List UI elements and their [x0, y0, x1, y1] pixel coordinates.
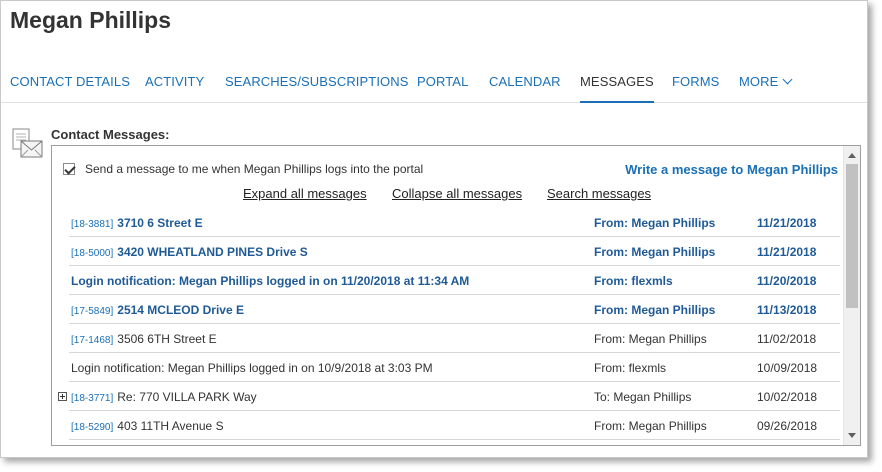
message-subject: 3710 6 Street E: [117, 216, 203, 230]
messages-scrollbar[interactable]: [843, 146, 860, 445]
message-date: 11/13/2018: [757, 303, 817, 317]
chevron-down-icon: [782, 74, 793, 85]
message-row[interactable]: [18-3771] Re: 770 VILLA PARK Way To: Mega…: [58, 382, 840, 411]
message-sender: From: flexmls: [594, 274, 673, 288]
scroll-up-arrow-icon[interactable]: [848, 153, 856, 158]
message-sender: From: Megan Phillips: [594, 216, 716, 230]
section-label: Contact Messages:: [51, 127, 170, 142]
message-row[interactable]: Login notification: Megan Phillips logge…: [69, 353, 840, 382]
message-subject: Re: 770 VILLA PARK Way: [117, 390, 257, 404]
message-date: 11/02/2018: [757, 332, 817, 346]
message-subject: 403 11TH Avenue S: [117, 419, 224, 433]
message-date: 11/21/2018: [757, 216, 817, 230]
expand-all-link[interactable]: Expand all messages: [243, 186, 367, 201]
portal-login-notify-label: Send a message to me when Megan Phillips…: [85, 162, 424, 176]
mls-number[interactable]: [18-5290]: [71, 422, 113, 433]
message-sender: From: flexmls: [594, 361, 666, 375]
tab-messages[interactable]: MESSAGES: [580, 74, 654, 103]
tab-forms[interactable]: FORMS: [672, 74, 719, 103]
message-list: [18-3881] 3710 6 Street E From: Megan Phi…: [58, 208, 840, 440]
mls-number[interactable]: [17-1468]: [71, 335, 113, 346]
portal-login-notify-row: Send a message to me when Megan Phillips…: [63, 162, 423, 176]
message-row[interactable]: [17-5849] 2514 MCLEOD Drive E From: Megan…: [69, 295, 840, 324]
page-title: Megan Phillips: [10, 7, 172, 33]
tab-searches-subscriptions[interactable]: SEARCHES/SUBSCRIPTIONS: [225, 74, 409, 103]
messages-panel: Send a message to me when Megan Phillips…: [51, 145, 861, 446]
contact-window: Megan Phillips CONTACT DETAILS ACTIVITY …: [0, 0, 868, 458]
mls-number[interactable]: [18-3771]: [71, 393, 113, 404]
message-date: 09/26/2018: [757, 419, 818, 433]
message-row[interactable]: [18-5290] 403 11TH Avenue S From: Megan P…: [69, 411, 840, 440]
message-sender: From: Megan Phillips: [594, 419, 707, 433]
message-row[interactable]: Login notification: Megan Phillips logge…: [69, 266, 840, 295]
message-row[interactable]: [18-5000] 3420 WHEATLAND PINES Drive S Fr…: [69, 237, 840, 266]
message-subject: Login notification: Megan Phillips logge…: [71, 361, 433, 375]
message-sender: From: Megan Phillips: [594, 245, 716, 259]
mls-number[interactable]: [18-5000]: [71, 248, 113, 259]
message-row[interactable]: [17-1468] 3506 6TH Street E From: Megan P…: [69, 324, 840, 353]
expand-thread-icon[interactable]: [58, 392, 67, 401]
tab-bar: CONTACT DETAILS ACTIVITY SEARCHES/SUBSCR…: [1, 63, 867, 103]
scroll-thumb[interactable]: [846, 164, 858, 308]
message-sender: From: Megan Phillips: [594, 332, 707, 346]
mls-number[interactable]: [18-3881]: [71, 219, 113, 230]
message-subject: Login notification: Megan Phillips logge…: [71, 274, 470, 288]
message-date: 10/09/2018: [757, 361, 818, 375]
tab-portal[interactable]: PORTAL: [417, 74, 468, 103]
message-date: 11/21/2018: [757, 245, 817, 259]
message-subject: 3506 6TH Street E: [117, 332, 217, 346]
tab-calendar[interactable]: CALENDAR: [489, 74, 561, 103]
tab-activity[interactable]: ACTIVITY: [145, 74, 204, 103]
message-recipient: To: Megan Phillips: [594, 390, 692, 404]
write-message-link[interactable]: Write a message to Megan Phillips: [625, 162, 838, 177]
envelope-stack-icon: [12, 128, 43, 158]
portal-login-notify-checkbox[interactable]: [63, 163, 75, 175]
message-subject: 3420 WHEATLAND PINES Drive S: [117, 245, 308, 259]
message-date: 10/02/2018: [757, 390, 818, 404]
tab-more[interactable]: MORE: [739, 74, 793, 103]
message-subject: 2514 MCLEOD Drive E: [117, 303, 244, 317]
tab-contact-details[interactable]: CONTACT DETAILS: [10, 74, 130, 103]
collapse-all-link[interactable]: Collapse all messages: [392, 186, 522, 201]
search-messages-link[interactable]: Search messages: [547, 186, 651, 201]
message-sender: From: Megan Phillips: [594, 303, 716, 317]
message-date: 11/20/2018: [757, 274, 817, 288]
scroll-down-arrow-icon[interactable]: [848, 433, 856, 438]
message-row[interactable]: [18-3881] 3710 6 Street E From: Megan Phi…: [69, 208, 840, 237]
mls-number[interactable]: [17-5849]: [71, 306, 113, 317]
